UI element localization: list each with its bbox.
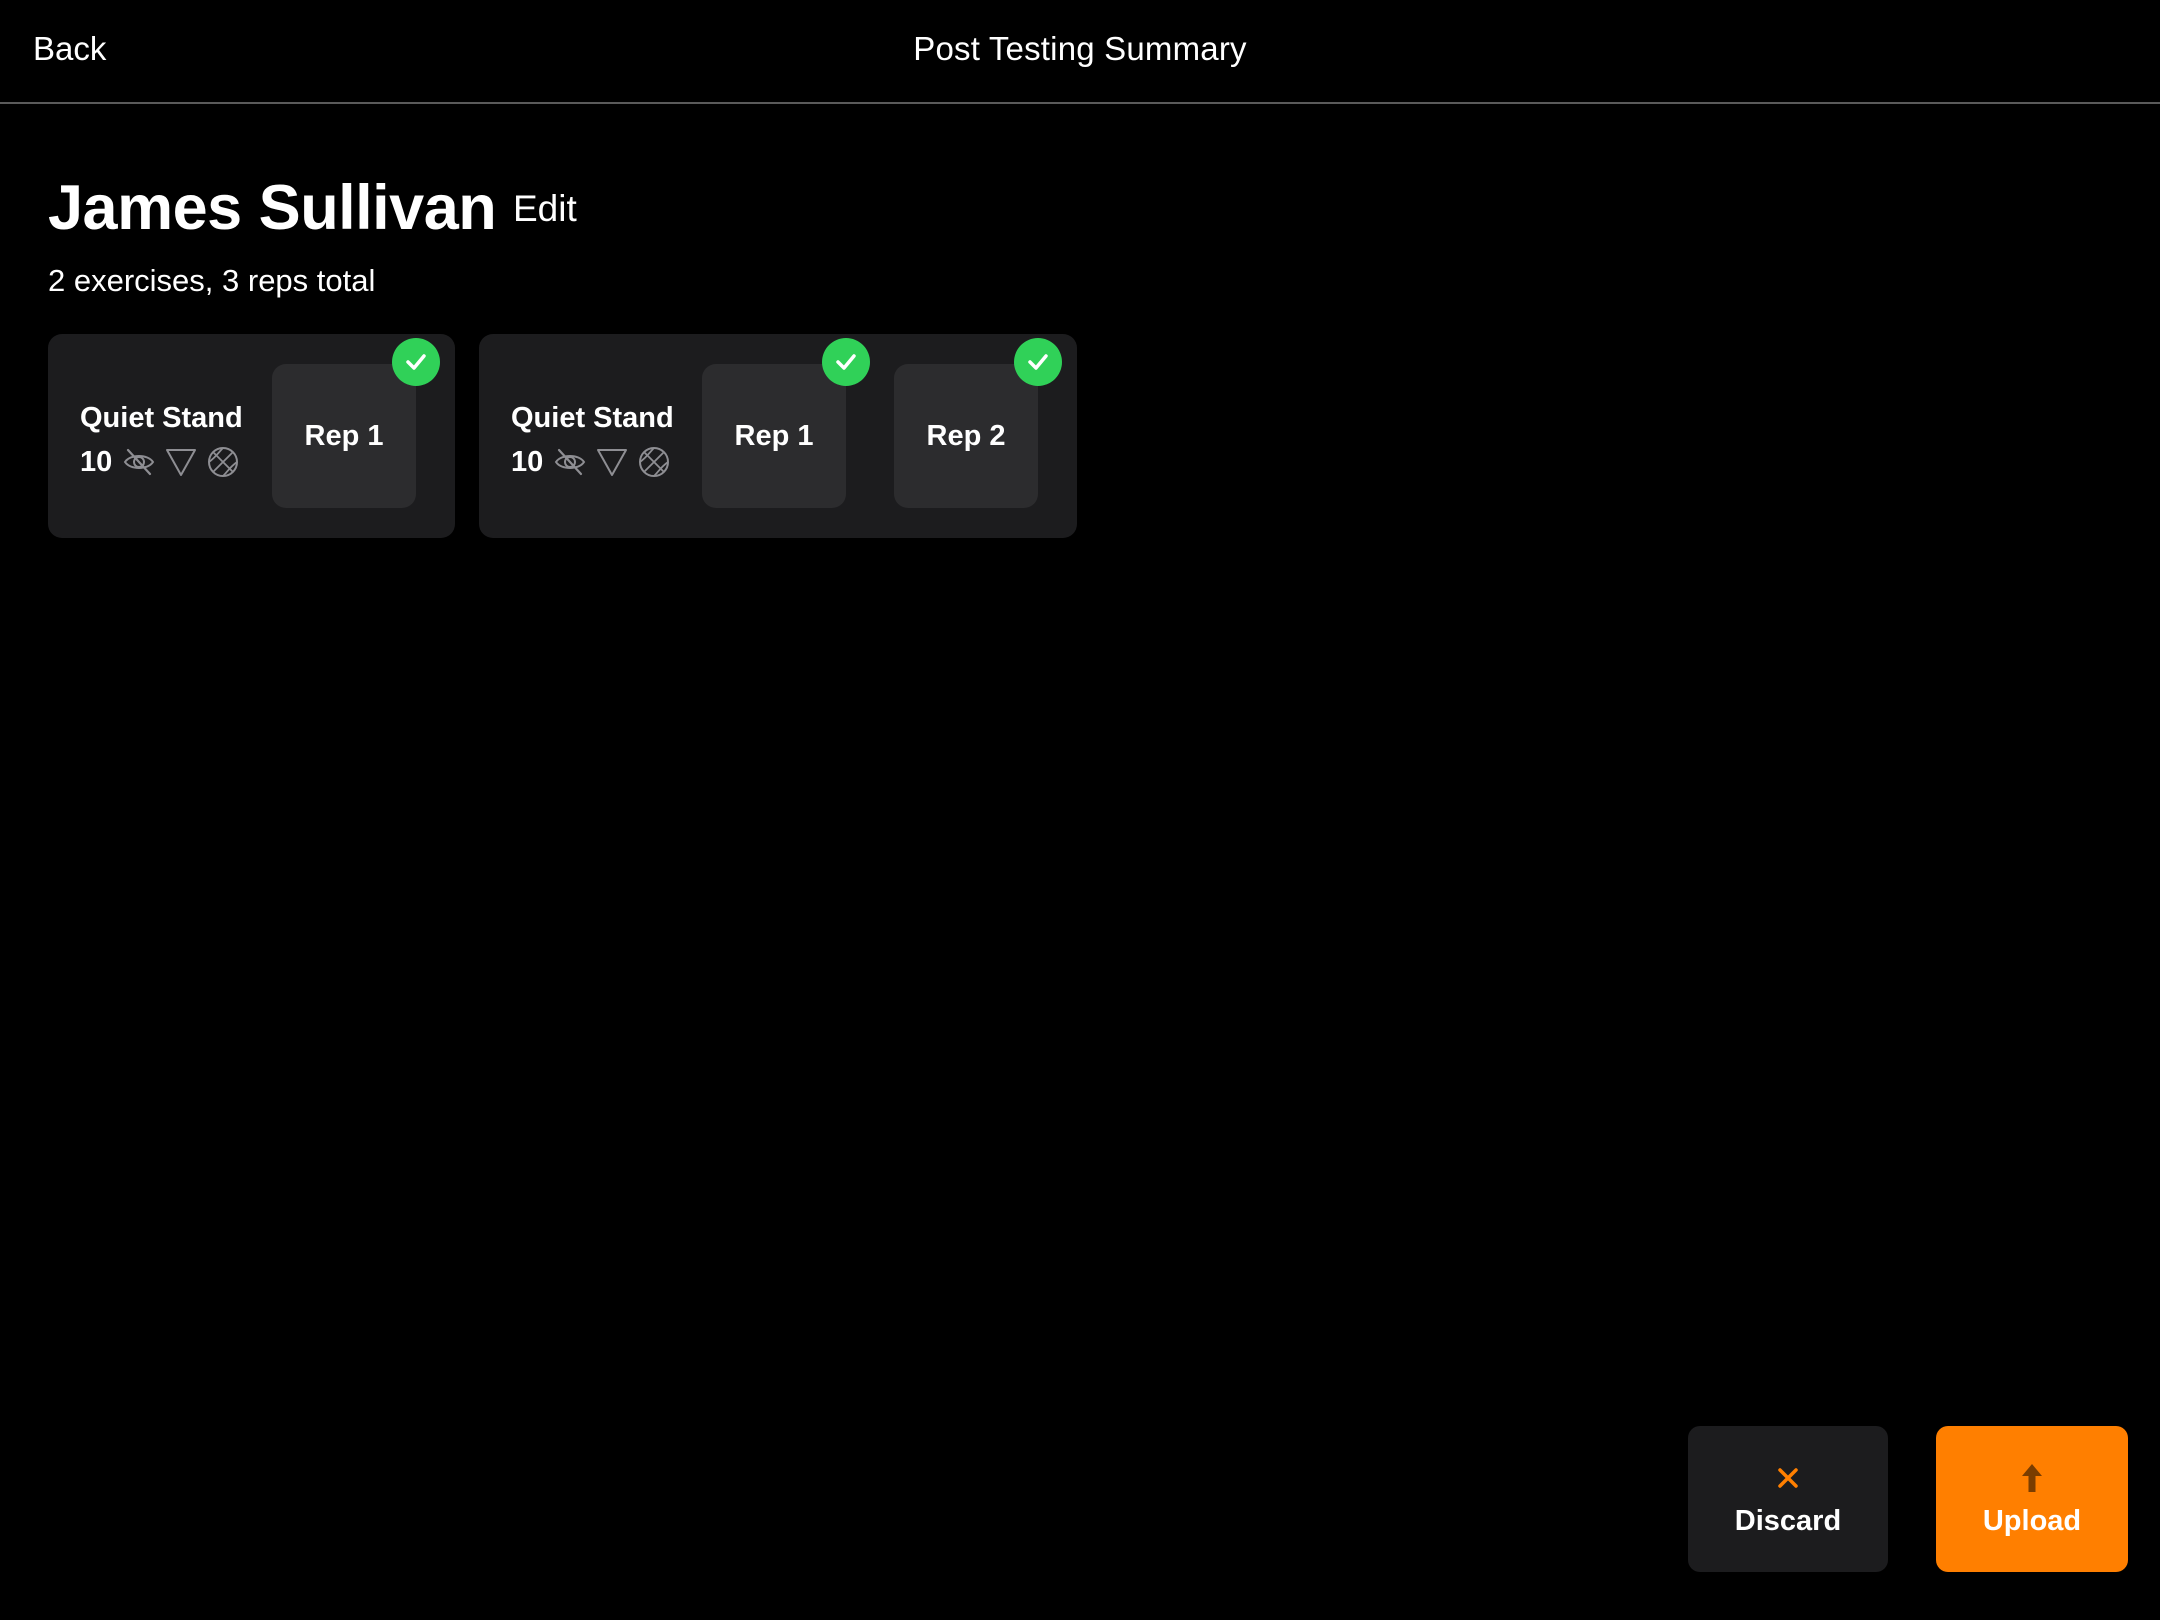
upload-button[interactable]: Upload [1936,1426,2128,1572]
edit-button[interactable]: Edit [513,188,577,230]
check-glyph [406,354,426,370]
rep-tile[interactable]: Rep 2 [894,338,1062,508]
upload-label: Upload [1982,1504,2082,1537]
page-title: Post Testing Summary [913,30,1247,67]
triangle-down-icon [166,449,197,476]
check-glyph [836,354,856,370]
session-summary: 2 exercises, 3 reps total [48,263,376,298]
eye-slash-icon [124,448,155,476]
exercise-duration: 10 [511,445,544,478]
exercise-name: Quiet Stand [511,402,674,434]
checkmark-icon [822,338,870,386]
exercise-duration: 10 [80,445,113,478]
check-glyph [1028,354,1048,370]
discard-button[interactable]: Discard [1688,1426,1888,1572]
exercise-meta: 10 [511,445,679,479]
exercise-card: Quiet Stand 10 Rep 1 [48,334,455,538]
exercise-meta: 10 [80,445,248,479]
rep-label: Rep 1 [734,419,814,452]
athlete-name: James Sullivan [48,173,497,243]
exercise-info: Quiet Stand 10 [511,402,679,479]
discard-label: Discard [1734,1504,1842,1537]
rep-tile[interactable]: Rep 1 [702,338,870,508]
rep-label: Rep 2 [926,419,1006,452]
exercise-info: Quiet Stand 10 [80,402,248,479]
ball-icon [208,447,239,477]
eye-slash-icon [555,448,586,476]
rep-tile[interactable]: Rep 1 [272,338,440,508]
close-icon [1778,1467,1798,1488]
nav-bar: Back Post Testing Summary [0,0,2160,104]
exercise-name: Quiet Stand [80,402,243,434]
triangle-down-icon [597,449,628,476]
exercise-card: Quiet Stand 10 Rep 1 [479,334,1077,538]
checkmark-icon [1014,338,1062,386]
rep-label: Rep 1 [304,419,384,452]
ball-icon [639,447,670,477]
arrow-up-icon [2022,1463,2042,1492]
checkmark-icon [392,338,440,386]
